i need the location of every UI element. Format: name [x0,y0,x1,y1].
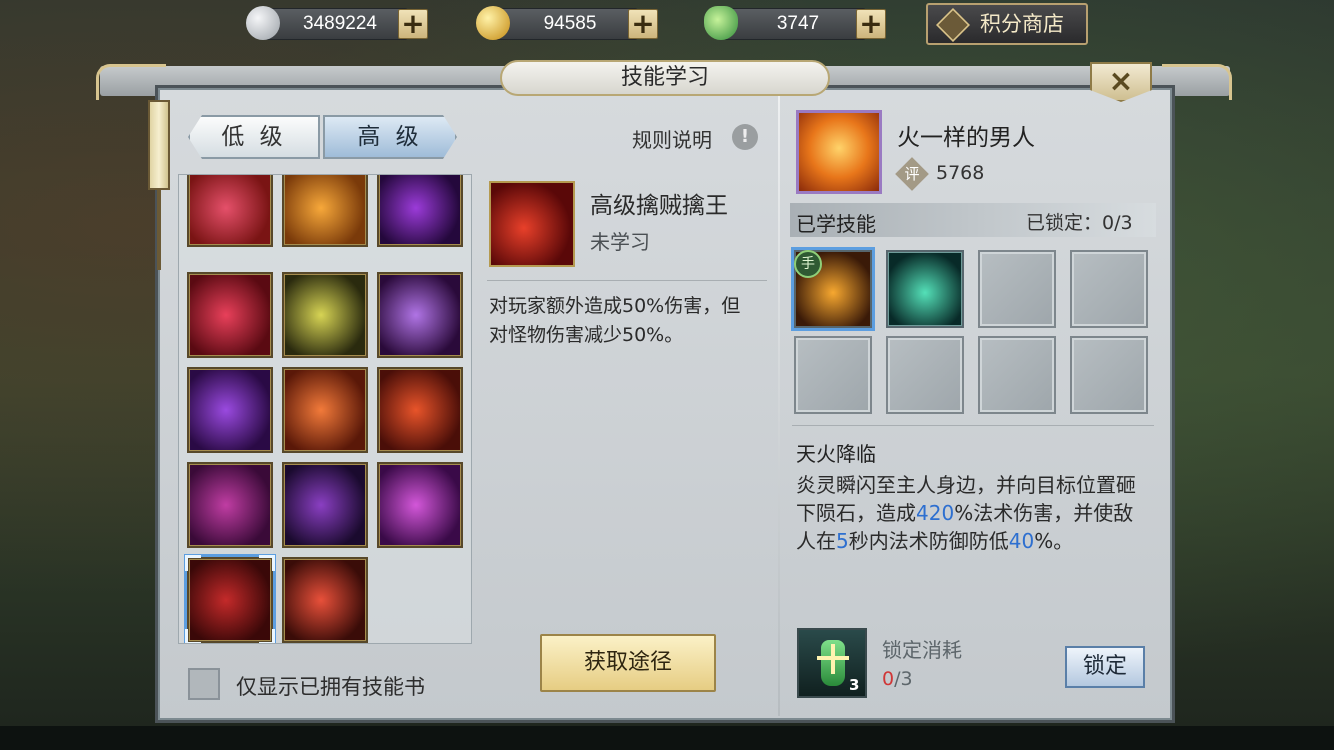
skill-book-12[interactable] [377,462,463,548]
detail-divider [487,280,767,281]
selected-skill-icon [489,181,575,267]
skill-book-13[interactable] [185,555,275,643]
gold-value: 94585 [543,13,597,34]
pet-avatar [796,110,882,194]
skill-book-2[interactable] [282,175,368,247]
points-shop-label: 积分商店 [980,12,1064,36]
learned-skills-title: 已学技能 [796,212,876,236]
pet-name: 火一样的男人 [897,125,1035,151]
empty-skill-slot[interactable] [1070,336,1148,414]
lock-cost-total: /3 [894,668,913,690]
silver-add-button[interactable]: + [398,9,428,39]
manual-badge: 手 [794,250,822,278]
learned-skill-slot[interactable] [886,250,964,328]
tab-high-level[interactable]: 高 级 [323,115,457,159]
lock-cost-current: 0 [882,668,895,690]
skill-book-3[interactable] [377,175,463,247]
skill-book-7[interactable] [187,367,273,453]
desc-text: 秒内法术防御防低 [848,529,1009,553]
skill-book-grid[interactable] [178,174,472,644]
active-skill-description: 炎灵瞬闪至主人身边，并向目标位置砸下陨石，造成420%法术伤害，并使敌人在5秒内… [796,471,1146,555]
desc-text: %。 [1034,529,1074,553]
panel-title: 技能学习 [620,65,709,90]
selected-skill-description: 对玩家额外造成50%伤害，但对怪物伤害减少50%。 [489,295,741,346]
selection-corner [185,629,201,643]
title-plate: 技能学习 [500,60,830,96]
info-icon[interactable]: ! [732,124,758,150]
desc-value: 5 [836,529,849,553]
ingot-add-button[interactable]: + [856,9,886,39]
selected-skill-name: 高级擒贼擒王 [590,193,728,219]
lantern-decoration [148,100,170,190]
selection-corner [185,555,201,571]
silver-value: 3489224 [303,13,377,34]
skill-book-10[interactable] [187,462,273,548]
skill-book-9[interactable] [377,367,463,453]
points-shop-button[interactable]: 积分商店 [926,3,1088,45]
score-icon-text: 评 [904,165,920,183]
skill-book-4[interactable] [187,272,273,358]
skill-book-14[interactable] [282,557,368,643]
silver-coin-icon [246,6,280,40]
skill-book-5[interactable] [282,272,368,358]
skill-book-11[interactable] [282,462,368,548]
gold-add-button[interactable]: + [628,9,658,39]
lock-item-count: 3 [849,676,860,694]
column-separator [778,96,780,716]
learned-skill-slot[interactable]: 手 [794,250,872,328]
selection-corner [259,555,275,571]
frame-ornament-right [1162,64,1232,100]
empty-skill-slot[interactable] [978,336,1056,414]
ingot-icon [704,6,738,40]
owned-only-label: 仅显示已拥有技能书 [236,675,425,699]
desc-value: 40 [1008,529,1035,553]
lock-cost-label: 锁定消耗 [882,638,962,662]
lantern-pole [157,190,161,270]
skill-book-8[interactable] [282,367,368,453]
rules-link[interactable]: 规则说明 [632,124,712,153]
owned-only-checkbox[interactable] [188,668,220,700]
active-skill-name: 天火降临 [796,442,876,466]
lock-cost-value: 0/3 [882,668,913,690]
gold-coin-icon [476,6,510,40]
skill-info-divider [792,425,1154,426]
skill-book-6[interactable] [377,272,463,358]
empty-skill-slot[interactable] [978,250,1056,328]
selection-corner [259,629,275,643]
empty-skill-slot[interactable] [794,336,872,414]
selected-skill-status: 未学习 [590,230,650,254]
bottom-strip [0,726,1334,750]
frame-ornament-left [96,64,166,100]
shop-icon [936,8,970,42]
desc-value: 420 [916,501,955,525]
skill-book-1[interactable] [187,175,273,247]
lock-button[interactable]: 锁定 [1065,646,1145,688]
obtain-source-button[interactable]: 获取途径 [540,634,716,692]
tab-low-level[interactable]: 低 级 [188,115,320,159]
pet-score: 5768 [936,162,985,184]
ingot-value: 3747 [776,13,820,34]
empty-skill-slot[interactable] [1070,250,1148,328]
locked-count: 已锁定：0/3 [1026,212,1133,234]
empty-skill-slot[interactable] [886,336,964,414]
